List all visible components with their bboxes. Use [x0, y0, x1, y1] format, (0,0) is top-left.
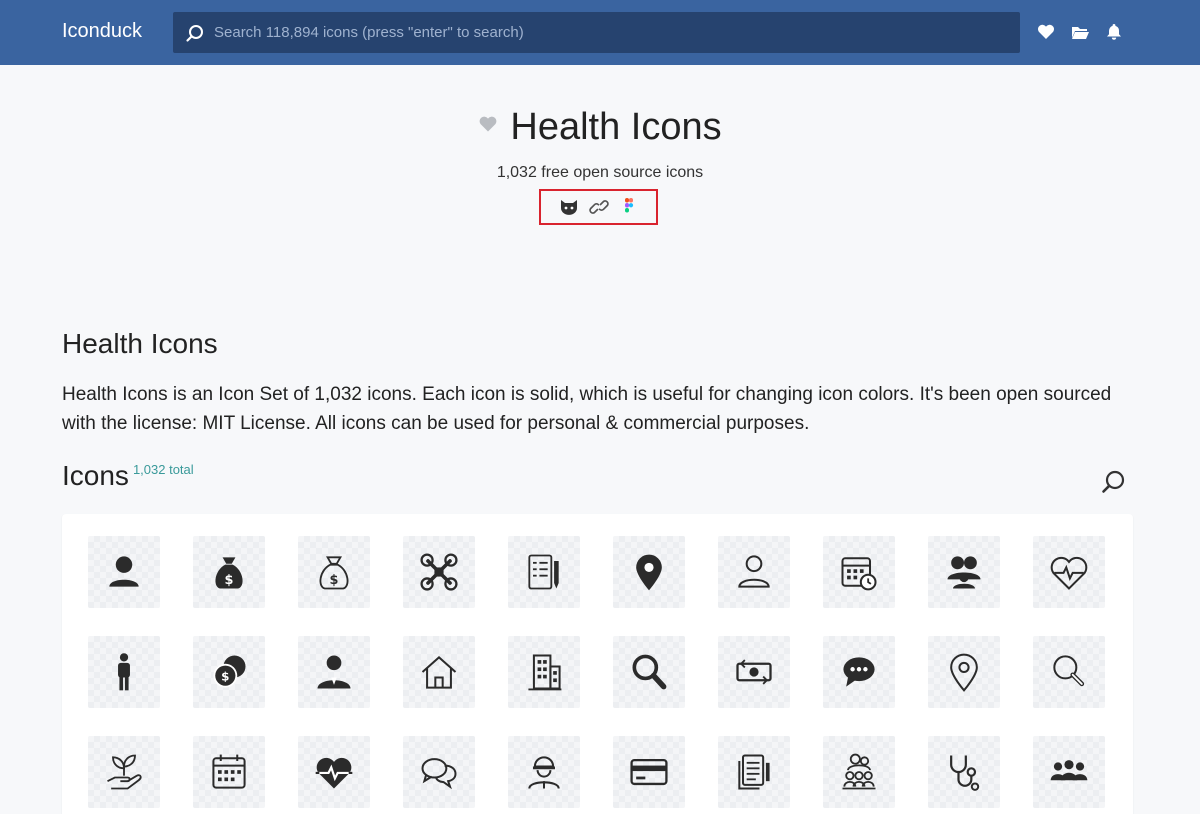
- icon-tile[interactable]: [403, 736, 475, 808]
- heart-icon[interactable]: [1036, 22, 1056, 42]
- calendar-clock-icon: [841, 557, 877, 591]
- location-pin-outline-icon: [950, 653, 978, 692]
- icons-count: 1,032 total: [132, 462, 194, 477]
- money-bag-outline-icon: $: [319, 556, 349, 590]
- icon-search-toggle[interactable]: [1100, 468, 1128, 496]
- icons-heading-label: Icons: [62, 460, 129, 491]
- link-icon[interactable]: [588, 197, 610, 217]
- drone-icon: [420, 553, 458, 591]
- heart-pulse-outline-icon: [1050, 556, 1088, 590]
- calendar-icon: [212, 754, 246, 789]
- svg-text:$: $: [225, 573, 234, 588]
- chat-bubble-icon: [843, 657, 875, 687]
- documents-icon: [738, 754, 770, 790]
- page-subtitle: 1,032 free open source icons: [496, 164, 704, 181]
- logo[interactable]: Iconduck: [62, 20, 142, 43]
- icon-tile[interactable]: [718, 736, 790, 808]
- icon-grid: $ $ $: [88, 536, 1105, 808]
- icon-tile[interactable]: $: [193, 636, 265, 708]
- search-icon: [1102, 470, 1125, 493]
- icon-tile[interactable]: [928, 536, 1000, 608]
- heart-pulse-icon: [315, 757, 353, 789]
- icon-tile[interactable]: [718, 636, 790, 708]
- magnifier-icon: [632, 654, 667, 690]
- icon-tile[interactable]: $: [298, 536, 370, 608]
- github-icon[interactable]: [558, 197, 580, 217]
- location-pin-icon: [636, 554, 662, 591]
- search-icon: [186, 24, 203, 42]
- worker-icon: [528, 756, 560, 789]
- icon-tile[interactable]: [88, 736, 160, 808]
- favorite-heart-icon[interactable]: [478, 115, 498, 133]
- magnifier-outline-icon: [1053, 655, 1085, 687]
- search-input[interactable]: [214, 24, 994, 41]
- icon-tile[interactable]: [193, 736, 265, 808]
- page-title: Health Icons: [510, 106, 722, 148]
- icon-tile[interactable]: [1033, 536, 1105, 608]
- icon-tile[interactable]: [928, 636, 1000, 708]
- svg-text:$: $: [330, 573, 339, 588]
- person-outline-icon: [738, 555, 770, 588]
- icon-tile[interactable]: [403, 636, 475, 708]
- group-icon: [947, 556, 981, 589]
- icon-tile[interactable]: [88, 536, 160, 608]
- about-description: Health Icons is an Icon Set of 1,032 ico…: [62, 384, 1112, 434]
- person-icon: [109, 556, 139, 587]
- icon-tile[interactable]: [928, 736, 1000, 808]
- about-title: Health Icons: [62, 328, 218, 359]
- plant-hand-icon: [107, 754, 142, 790]
- icon-tile[interactable]: [613, 536, 685, 608]
- clipboard-list-icon: [528, 554, 559, 590]
- search-bar[interactable]: [173, 12, 1020, 53]
- svg-text:$: $: [221, 669, 229, 683]
- icon-tile[interactable]: [403, 536, 475, 608]
- header-actions: [1036, 22, 1124, 42]
- people-icon: [1050, 760, 1088, 781]
- standing-person-icon: [118, 653, 130, 691]
- icon-tile[interactable]: [508, 736, 580, 808]
- home-outline-icon: [421, 655, 457, 689]
- community-icon: [842, 753, 876, 790]
- icon-tile[interactable]: [823, 636, 895, 708]
- icon-tile[interactable]: [298, 636, 370, 708]
- doctor-icon: [317, 655, 351, 689]
- figma-icon[interactable]: [618, 197, 640, 217]
- icon-tile[interactable]: [1033, 636, 1105, 708]
- icon-tile[interactable]: [823, 736, 895, 808]
- coins-icon: $: [213, 655, 246, 688]
- icon-tile[interactable]: [508, 636, 580, 708]
- folder-icon[interactable]: [1070, 22, 1090, 42]
- source-links: [539, 189, 658, 225]
- icon-tile[interactable]: [613, 636, 685, 708]
- credit-card-icon: [630, 758, 668, 786]
- icon-grid-panel: $ $ $: [62, 514, 1133, 814]
- hospital-building-icon: [528, 654, 562, 691]
- icon-tile[interactable]: [508, 536, 580, 608]
- bell-icon[interactable]: [1104, 22, 1124, 42]
- icons-heading: Icons 1,032 total: [62, 460, 194, 492]
- icon-tile[interactable]: [613, 736, 685, 808]
- icon-tile[interactable]: [298, 736, 370, 808]
- hero-title: Health Icons: [0, 106, 1200, 149]
- icon-tile[interactable]: [88, 636, 160, 708]
- conversation-icon: [421, 758, 457, 790]
- icon-tile[interactable]: [718, 536, 790, 608]
- money-transfer-icon: [736, 659, 772, 685]
- icon-tile[interactable]: $: [193, 536, 265, 608]
- money-bag-icon: $: [215, 557, 243, 589]
- icon-tile[interactable]: [1033, 736, 1105, 808]
- icon-tile[interactable]: [823, 536, 895, 608]
- stethoscope-icon: [950, 755, 980, 791]
- top-navbar: Iconduck: [0, 0, 1200, 65]
